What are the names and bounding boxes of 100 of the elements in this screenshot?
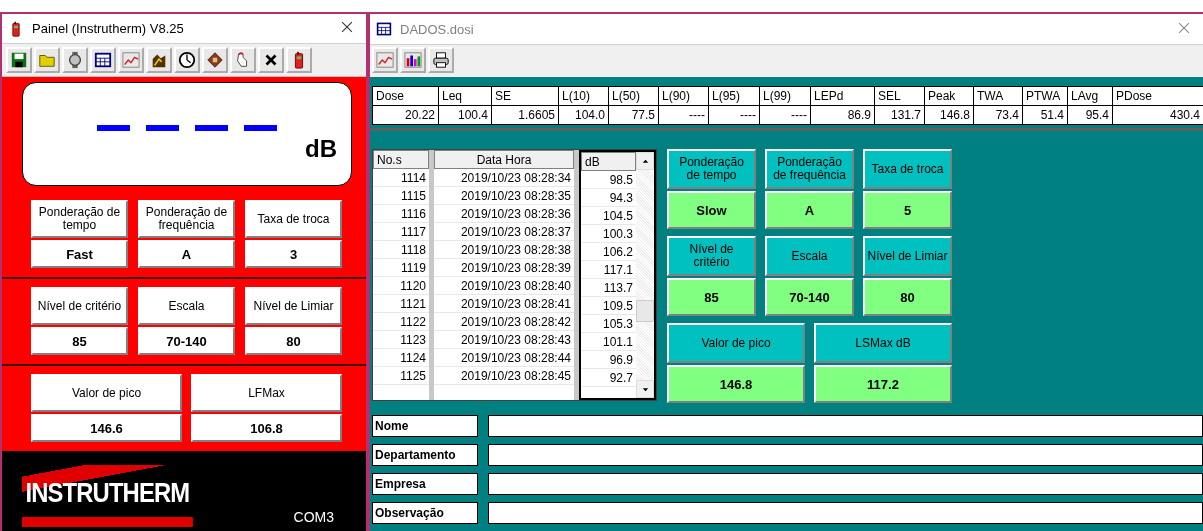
table-cell: 1121 — [373, 295, 429, 313]
setting-label: Escala — [765, 236, 854, 276]
setting-value: 85 — [31, 327, 128, 356]
table-cell: 2019/10/23 08:28:36 — [434, 205, 574, 223]
setting-label: Ponderação de frequência — [765, 149, 854, 189]
table-cell: 1118 — [373, 241, 429, 259]
table-cell: 2019/10/23 08:28:37 — [434, 223, 574, 241]
close-icon — [1177, 20, 1191, 35]
setting-value: 70-140 — [138, 327, 235, 356]
field-label: Observação — [372, 502, 478, 524]
setting-label: Taxa de troca — [245, 200, 342, 239]
column-header: SEL — [875, 87, 925, 106]
toolbar-button[interactable] — [62, 47, 88, 74]
scroll-down-button[interactable] — [636, 380, 654, 398]
column-header: L(95) — [709, 87, 760, 106]
setting-label: Escala — [138, 287, 235, 326]
setting-label: Valor de pico — [667, 323, 805, 363]
watch-icon — [66, 50, 84, 71]
input-field[interactable] — [488, 473, 1203, 495]
field-label: Empresa — [372, 473, 478, 495]
table-cell: 146.8 — [925, 106, 974, 124]
setting-value: 70-140 — [765, 278, 854, 316]
toolbar-button[interactable] — [258, 47, 284, 74]
table-cell: 2019/10/23 08:28:34 — [434, 169, 574, 187]
table-cell: 1123 — [373, 331, 429, 349]
input-field[interactable] — [488, 502, 1203, 524]
setting-value: 146.8 — [667, 365, 805, 403]
table-cell: 77.5 — [609, 106, 659, 124]
setting-label: LFMax — [191, 374, 342, 413]
setting-label: Ponderação de tempo — [667, 149, 756, 189]
column-header: LEPd — [811, 87, 875, 106]
column-header: Dose — [373, 87, 439, 106]
table-icon — [376, 21, 392, 37]
table-cell: 73.4 — [974, 106, 1023, 124]
table-cell: 1120 — [373, 277, 429, 295]
setting-label: Nível de Limiar — [863, 236, 952, 276]
toolbar-button[interactable] — [6, 47, 32, 74]
table-cell: 2019/10/23 08:28:43 — [434, 331, 574, 349]
table-cell: 51.4 — [1023, 106, 1068, 124]
table-cell: 2019/10/23 08:28:42 — [434, 313, 574, 331]
column-header: TWA — [974, 87, 1023, 106]
setting-label: Taxa de troca — [863, 149, 952, 189]
column-header: LAvg — [1068, 87, 1113, 106]
table-cell: 1116 — [373, 205, 429, 223]
toolbar-button[interactable] — [400, 47, 426, 73]
setting-value: 146.6 — [31, 414, 182, 443]
table-cell: 1.6605 — [492, 106, 559, 124]
input-field[interactable] — [488, 415, 1203, 437]
column-header: L(10) — [559, 87, 609, 106]
setting-value: A — [138, 240, 235, 269]
table-cell: ---- — [659, 106, 709, 124]
setting-value: Slow — [667, 191, 756, 229]
setting-label: Ponderação de frequência — [138, 200, 235, 239]
setting-value: 117.2 — [814, 365, 952, 403]
table-cell: 95.4 — [1068, 106, 1113, 124]
column-header: L(50) — [609, 87, 659, 106]
column-header: PTWA — [1023, 87, 1068, 106]
table-cell: 86.9 — [811, 106, 875, 124]
toolbar-button[interactable] — [146, 47, 172, 74]
table-cell: 1114 — [373, 169, 429, 187]
scroll-up-button[interactable] — [636, 152, 654, 170]
table-cell: 2019/10/23 08:28:38 — [434, 241, 574, 259]
printer-icon — [432, 50, 450, 70]
toolbar-button[interactable] — [286, 47, 312, 74]
scrollbar-thumb[interactable] — [636, 300, 654, 322]
table-cell: 20.22 — [373, 106, 439, 124]
table-cell: 1124 — [373, 349, 429, 367]
setting-label: Nível de Limiar — [245, 287, 342, 326]
field-label: Nome — [372, 415, 478, 437]
setting-value: 80 — [863, 278, 952, 316]
unit-label: dB — [305, 135, 337, 164]
setting-value: 85 — [667, 278, 756, 316]
table-cell: 2019/10/23 08:28:40 — [434, 277, 574, 295]
table-cell: 100.4 — [439, 106, 492, 124]
toolbar-button[interactable] — [90, 47, 116, 74]
chip-icon — [206, 50, 224, 71]
toolbar-button[interactable] — [202, 47, 228, 74]
line-chart-icon — [376, 50, 394, 70]
setting-label: Valor de pico — [31, 374, 182, 413]
column-header: L(90) — [659, 87, 709, 106]
window-title: Painel (Instrutherm) V8.25 — [32, 21, 185, 37]
table-cell: 131.7 — [875, 106, 925, 124]
toolbar-button[interactable] — [428, 47, 454, 73]
close-icon — [340, 20, 354, 35]
column-header: No.s — [373, 150, 429, 169]
field-label: Departamento — [372, 444, 478, 466]
setting-value: 80 — [245, 327, 342, 356]
setting-value: 3 — [245, 240, 342, 269]
line-chart-icon — [122, 50, 140, 71]
toolbar-button[interactable] — [174, 47, 200, 74]
table-cell: 104.0 — [559, 106, 609, 124]
column-header: Data Hora — [434, 150, 574, 169]
input-field[interactable] — [488, 444, 1203, 466]
bar-chart-icon — [404, 50, 422, 70]
table-cell: 1119 — [373, 259, 429, 277]
setting-label: Ponderação de tempo — [31, 200, 128, 239]
setting-label: LSMax dB — [814, 323, 952, 363]
column-header: SE — [492, 87, 559, 106]
table-cell: 430.4 — [1113, 106, 1203, 124]
port-label: COM3 — [293, 509, 334, 525]
